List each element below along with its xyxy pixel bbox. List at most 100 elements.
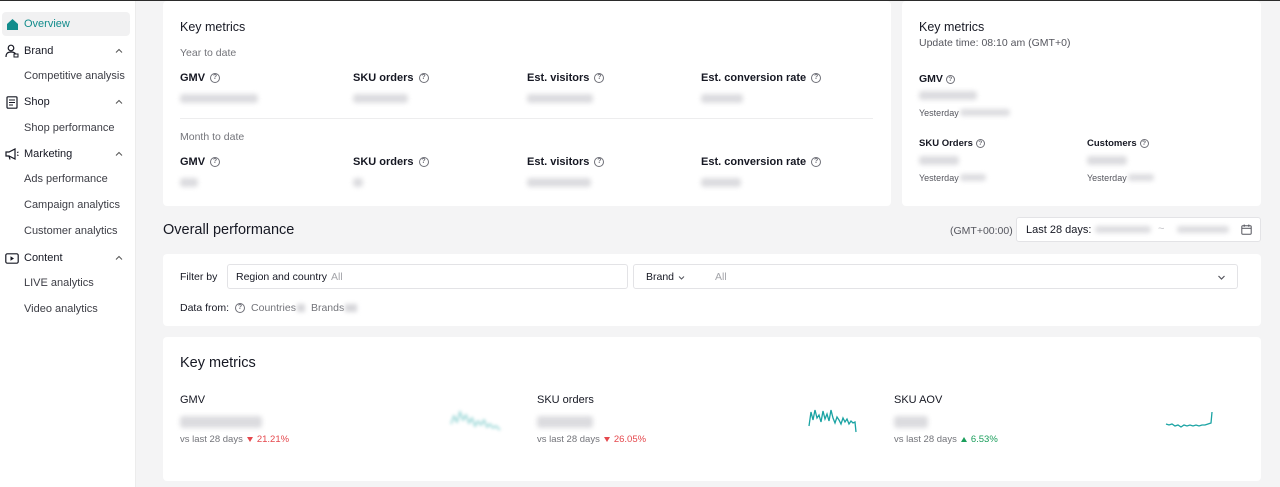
redacted-count <box>345 304 358 312</box>
sidebar-item-competitive-analysis[interactable]: Competitive analysis <box>24 70 125 82</box>
help-icon[interactable]: ? <box>418 157 429 167</box>
sku-aov-metric-label: SKU AOV <box>894 394 943 406</box>
redacted-value <box>1128 174 1154 181</box>
gmv-label: GMV? <box>919 73 955 85</box>
sidebar-item-label: Marketing <box>24 148 73 160</box>
customers-label: Customers? <box>1087 138 1149 149</box>
card-title: Key metrics <box>180 20 246 34</box>
redacted-value <box>353 94 408 103</box>
redacted-value <box>919 156 959 165</box>
date-range-picker[interactable]: Last 28 days: ~ <box>1016 217 1261 242</box>
redacted-start-date <box>1095 226 1151 233</box>
help-icon[interactable]: ? <box>1139 139 1149 148</box>
redacted-value <box>180 94 258 103</box>
ytd-conversion-label: Est. conversion rate? <box>701 72 822 84</box>
month-to-date-label: Month to date <box>180 131 245 143</box>
sidebar: Overview Brand Competitive analysis Shop… <box>0 1 136 487</box>
redacted-end-date <box>1177 226 1229 233</box>
chevron-up-icon[interactable] <box>115 254 123 262</box>
redacted-value <box>701 178 741 187</box>
redacted-value <box>353 178 363 187</box>
overall-performance-title: Overall performance <box>163 222 295 238</box>
sku-orders-label: SKU Orders? <box>919 138 985 149</box>
redacted-value <box>894 416 928 428</box>
help-icon[interactable]: ? <box>594 73 605 83</box>
chevron-up-icon[interactable] <box>115 150 123 158</box>
mtd-sku-orders-label: SKU orders? <box>353 156 429 168</box>
data-from-row: Data from: ? Countries Brands <box>180 302 358 314</box>
shop-document-icon <box>5 95 19 109</box>
year-to-date-label: Year to date <box>180 47 237 59</box>
help-icon[interactable]: ? <box>975 139 985 148</box>
home-icon <box>5 17 19 31</box>
ytd-sku-orders-label: SKU orders? <box>353 72 429 84</box>
redacted-value <box>180 416 262 428</box>
brand-label: Brand <box>646 271 675 283</box>
data-from-label: Data from: <box>180 302 230 314</box>
region-label: Region and country <box>236 271 328 283</box>
sidebar-item-customer-analytics[interactable]: Customer analytics <box>24 225 118 237</box>
ytd-gmv-label: GMV? <box>180 72 221 84</box>
help-icon[interactable]: ? <box>235 303 246 313</box>
key-metrics-card: Key metrics Year to date GMV? SKU orders… <box>163 1 891 206</box>
help-icon[interactable]: ? <box>418 73 429 83</box>
countries-label: Countries <box>251 302 296 314</box>
megaphone-icon <box>5 147 19 161</box>
help-icon[interactable]: ? <box>210 157 221 167</box>
trend-up-icon <box>960 437 967 442</box>
redacted-value <box>960 174 986 181</box>
region-country-select[interactable]: Region and country All <box>227 264 628 289</box>
sidebar-item-shop-performance[interactable]: Shop performance <box>24 122 115 134</box>
help-icon[interactable]: ? <box>811 157 822 167</box>
help-icon[interactable]: ? <box>210 73 221 83</box>
brand-user-icon <box>5 44 19 58</box>
divider <box>180 118 873 119</box>
sidebar-item-video-analytics[interactable]: Video analytics <box>24 303 98 315</box>
sidebar-item-label: Shop <box>24 96 50 108</box>
brand-select[interactable]: Brand All <box>633 264 1238 289</box>
trend-down-icon <box>246 437 253 442</box>
sidebar-item-campaign-analytics[interactable]: Campaign analytics <box>24 199 120 211</box>
update-time: Update time: 08:10 am (GMT+0) <box>919 37 1071 49</box>
redacted-count <box>296 304 305 312</box>
timezone-label: (GMT+00:00) <box>950 225 1013 237</box>
ytd-visitors-label: Est. visitors? <box>527 72 605 84</box>
sidebar-item-label: Content <box>24 252 63 264</box>
yesterday-label: Yesterday <box>919 173 959 183</box>
realtime-key-metrics-card: Key metrics Update time: 08:10 am (GMT+0… <box>902 1 1261 206</box>
chevron-down-icon <box>678 276 685 280</box>
help-icon[interactable]: ? <box>811 73 822 83</box>
chevron-down-icon[interactable] <box>1217 273 1226 282</box>
brands-label: Brands <box>310 302 345 314</box>
sku-aov-comparison: vs last 28 days 6.53% <box>894 434 998 445</box>
key-metrics-trend-card <box>163 337 1261 481</box>
redacted-value <box>537 416 593 428</box>
sku-orders-sparkline <box>808 409 857 433</box>
calendar-icon[interactable] <box>1241 224 1252 235</box>
sku-aov-sparkline <box>1165 411 1213 428</box>
redacted-value <box>919 91 977 100</box>
brand-value: All <box>715 271 727 283</box>
help-icon[interactable]: ? <box>945 74 955 84</box>
region-value: All <box>331 271 343 283</box>
sidebar-item-marketing[interactable]: Marketing <box>0 142 136 166</box>
sidebar-item-label: Brand <box>24 45 54 57</box>
date-separator: ~ <box>1158 223 1165 235</box>
chevron-up-icon[interactable] <box>115 98 123 106</box>
sidebar-item-shop[interactable]: Shop <box>0 90 136 114</box>
redacted-value <box>527 94 593 103</box>
yesterday-label: Yesterday <box>1087 173 1127 183</box>
mtd-conversion-label: Est. conversion rate? <box>701 156 822 168</box>
mtd-visitors-label: Est. visitors? <box>527 156 605 168</box>
sidebar-item-live-analytics[interactable]: LIVE analytics <box>24 277 94 289</box>
redacted-value <box>1087 156 1127 165</box>
sku-orders-metric-label: SKU orders <box>537 394 594 406</box>
sidebar-item-ads-performance[interactable]: Ads performance <box>24 173 108 185</box>
help-icon[interactable]: ? <box>594 157 605 167</box>
sidebar-item-content[interactable]: Content <box>0 246 136 270</box>
sidebar-item-brand[interactable]: Brand <box>0 39 136 63</box>
video-content-icon <box>5 251 19 265</box>
sidebar-item-overview[interactable]: Overview <box>2 12 130 36</box>
chevron-up-icon[interactable] <box>115 47 123 55</box>
gmv-comparison: vs last 28 days 21.21% <box>180 434 290 445</box>
